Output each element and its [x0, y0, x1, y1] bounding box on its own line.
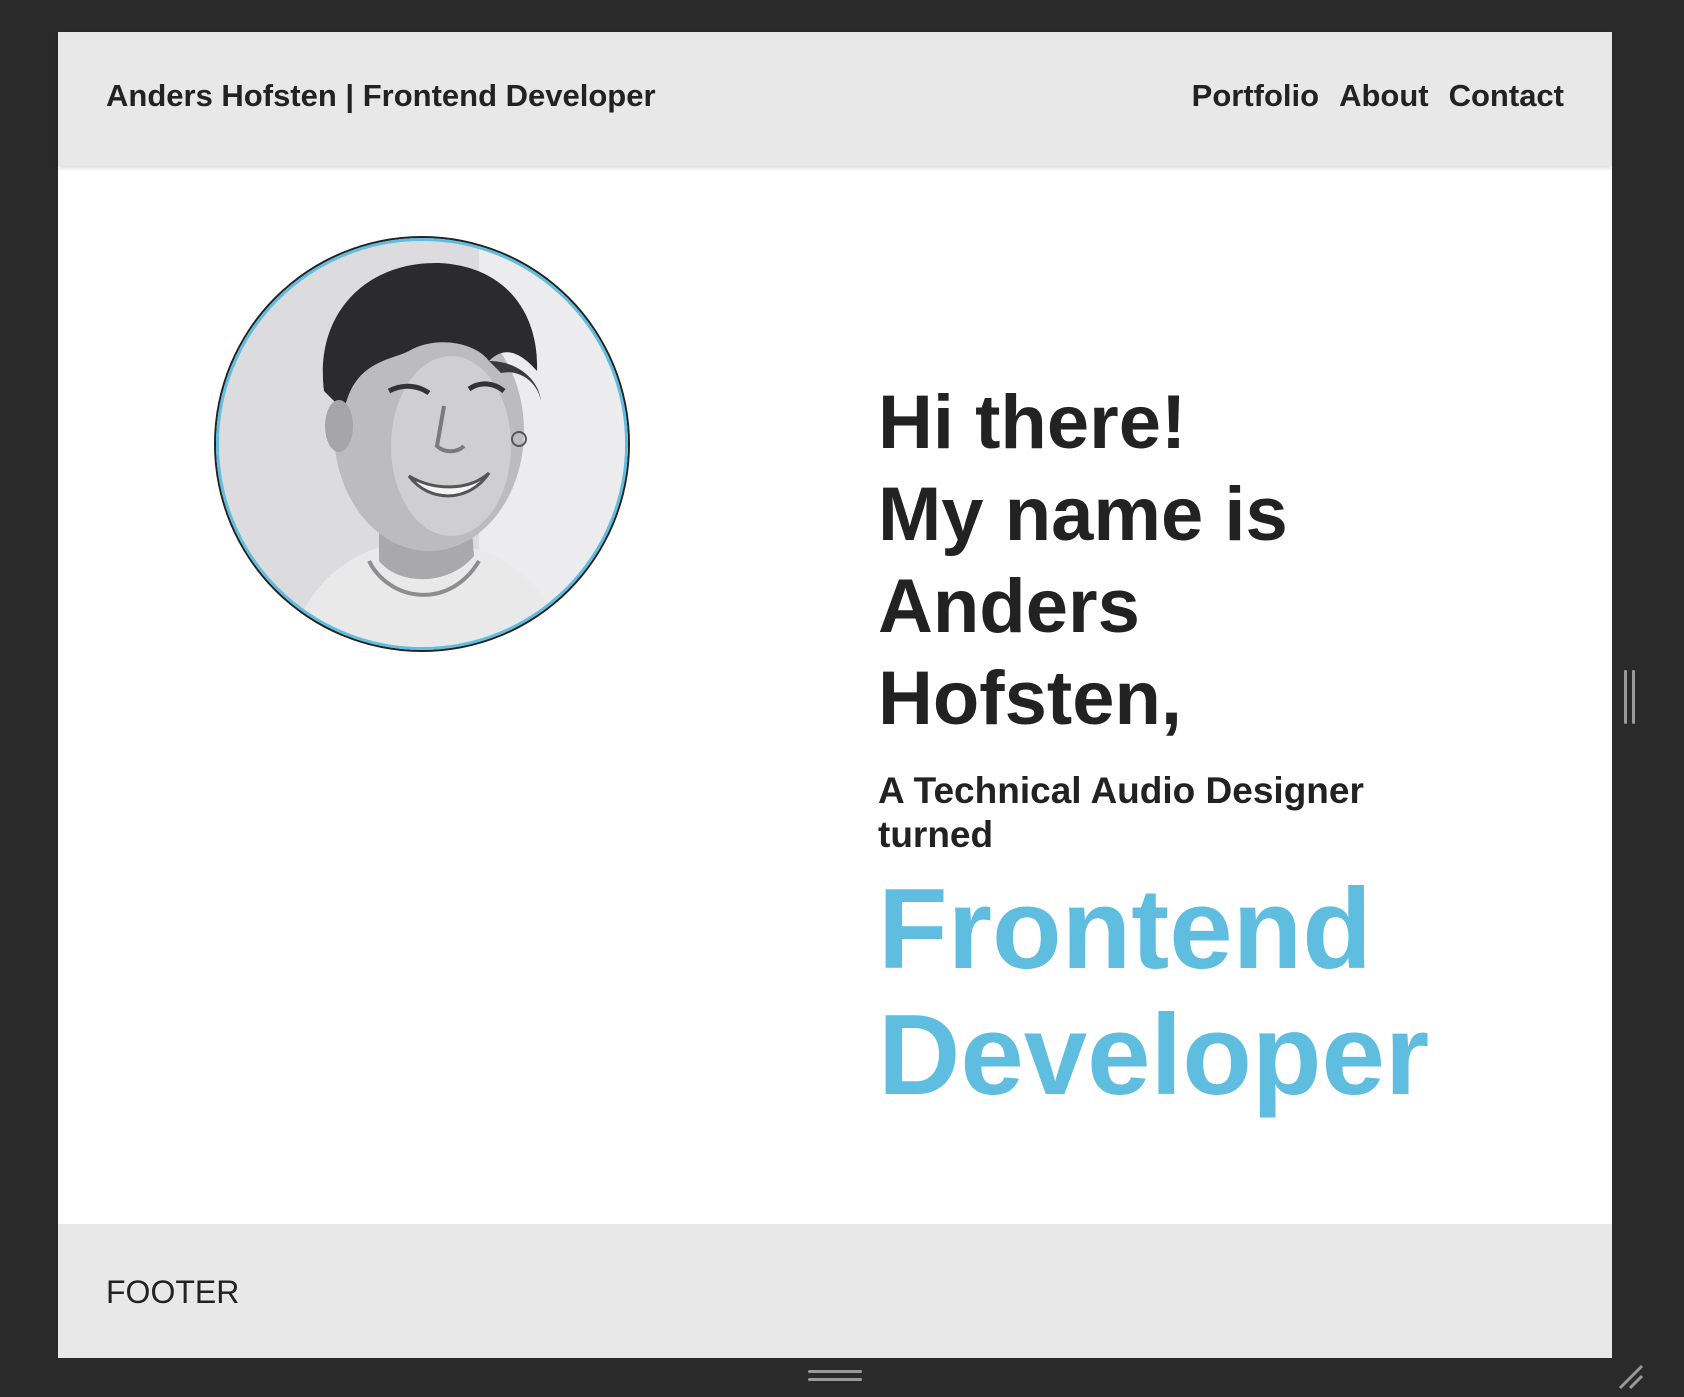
footer-text: FOOTER	[106, 1274, 240, 1310]
subtitle-line: A Technical Audio Designer	[878, 770, 1364, 811]
role-title: Frontend Developer	[878, 867, 1498, 1119]
resize-handle-right[interactable]	[1624, 670, 1638, 724]
greeting-line: Hi there!	[878, 380, 1187, 465]
role-line: Developer	[878, 992, 1430, 1119]
site-footer: FOOTER	[58, 1224, 1612, 1358]
resize-handle-bottom[interactable]	[808, 1370, 862, 1384]
nav-about[interactable]: About	[1339, 78, 1429, 114]
subtitle: A Technical Audio Designer turned	[878, 769, 1498, 857]
grip-line-icon	[808, 1370, 862, 1373]
site-header: Anders Hofsten | Frontend Developer Port…	[58, 32, 1612, 166]
greeting-line: Hofsten,	[878, 656, 1182, 741]
portrait-photo-icon	[219, 241, 625, 647]
grip-line-icon	[808, 1378, 862, 1381]
main-nav: Portfolio About Contact	[1192, 78, 1564, 114]
greeting-line: Anders	[878, 564, 1140, 649]
greeting-line: My name is	[878, 472, 1288, 557]
page-frame: Anders Hofsten | Frontend Developer Port…	[58, 32, 1612, 1358]
intro-block: Hi there! My name is Anders Hofsten, A T…	[878, 377, 1498, 1119]
grip-line-icon	[1624, 670, 1627, 724]
grip-line-icon	[1632, 670, 1635, 724]
avatar	[216, 238, 628, 650]
resize-corner-icon[interactable]	[1616, 1362, 1646, 1392]
nav-portfolio[interactable]: Portfolio	[1192, 78, 1319, 114]
greeting-heading: Hi there! My name is Anders Hofsten,	[878, 377, 1498, 745]
subtitle-line: turned	[878, 814, 994, 855]
nav-contact[interactable]: Contact	[1449, 78, 1564, 114]
site-brand[interactable]: Anders Hofsten | Frontend Developer	[106, 78, 656, 114]
role-line: Frontend	[878, 866, 1372, 993]
